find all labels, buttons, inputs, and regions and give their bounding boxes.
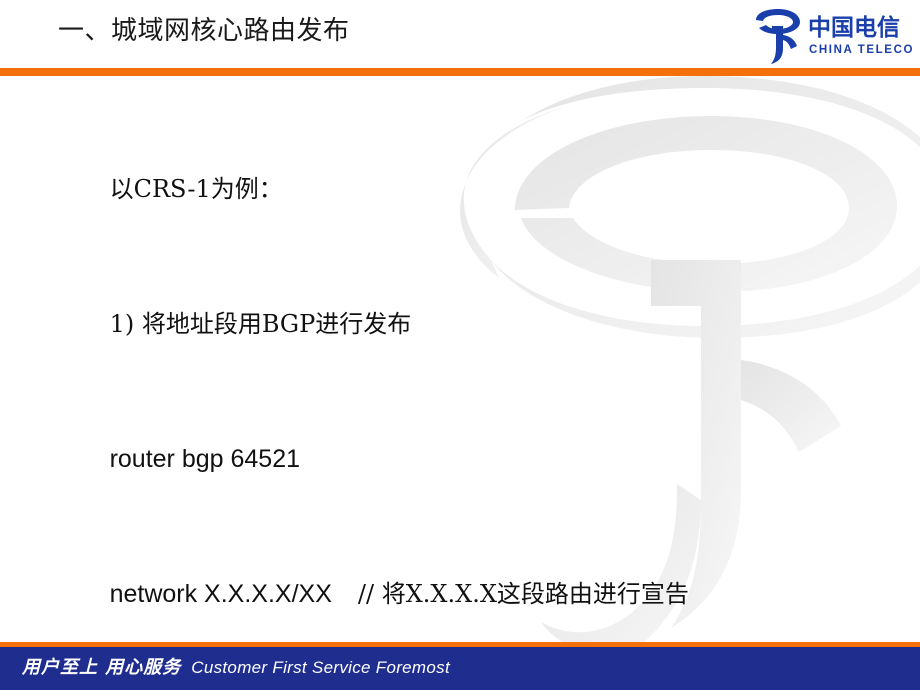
footer-slogan-en: Customer First Service Foremost — [191, 658, 450, 677]
content-line: router bgp 64521 — [54, 392, 894, 527]
slide-footer: 用户至上 用心服务 Customer First Service Foremost — [0, 642, 920, 690]
slide-canvas: 一、城域网核心路由发布 中国电信 CHINA TELECOM 以CRS-1为例：… — [0, 0, 920, 690]
logo-cn-text: 中国电信 — [808, 14, 900, 41]
content-line-text: 以CRS-1为例： — [109, 175, 283, 203]
footer-slogan: 用户至上 用心服务 Customer First Service Foremost — [22, 653, 450, 679]
china-telecom-logo: 中国电信 CHINA TELECOM — [750, 8, 920, 64]
content-line: 以CRS-1为例： — [54, 122, 894, 257]
content-line-text: router bgp 64521 — [109, 445, 301, 473]
content-line-comment: // 将X.X.X.X这段路由进行宣告 — [357, 580, 689, 608]
footer-divider — [0, 642, 920, 647]
content-line-text: network X.X.X.X/XX — [109, 580, 332, 608]
content-paragraph-1: 以CRS-1为例： 1) 将地址段用BGP进行发布 router bgp 645… — [54, 122, 894, 690]
content-line: 1) 将地址段用BGP进行发布 — [54, 257, 894, 392]
header-divider — [0, 68, 920, 76]
footer-slogan-cn: 用户至上 用心服务 — [22, 657, 182, 678]
logo-en-text: CHINA TELECOM — [809, 44, 912, 56]
page-title: 一、城域网核心路由发布 — [58, 16, 350, 46]
content-line-text: 1) 将地址段用BGP进行发布 — [109, 310, 412, 338]
slide-body: 以CRS-1为例： 1) 将地址段用BGP进行发布 router bgp 645… — [54, 122, 894, 690]
